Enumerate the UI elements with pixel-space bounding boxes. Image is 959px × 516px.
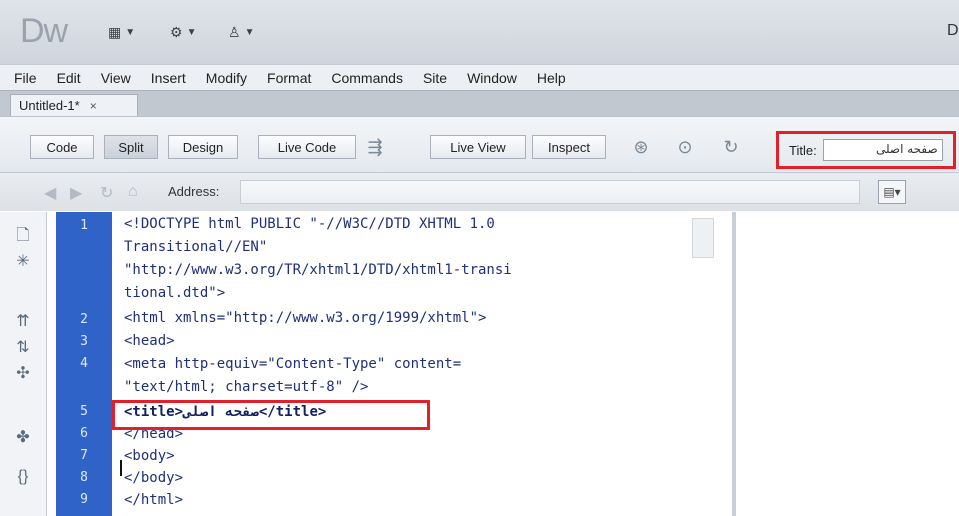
- code-scrollbar-thumb[interactable]: [692, 218, 714, 258]
- menu-site[interactable]: Site: [423, 70, 447, 86]
- code-line: <!DOCTYPE html PUBLIC "-//W3C//DTD XHTML…: [124, 216, 495, 232]
- line-number: 2: [80, 312, 88, 327]
- line-number-gutter: 1 2 3 4 5 6 7 8 9: [56, 212, 112, 516]
- title-tag-highlight: [112, 400, 430, 430]
- code-line: </html>: [124, 492, 184, 508]
- line-number: 1: [80, 218, 88, 233]
- document-toolbar: Code Split Design Live Code ⇶ Live View …: [0, 116, 959, 173]
- code-line: tional.dtd">: [124, 285, 226, 301]
- live-code-button[interactable]: Live Code: [258, 135, 356, 159]
- code-view-button[interactable]: Code: [30, 135, 94, 159]
- design-view-button[interactable]: Design: [168, 135, 238, 159]
- close-icon[interactable]: ×: [90, 99, 97, 113]
- line-number: 5: [80, 404, 88, 419]
- site-dropdown-button[interactable]: ♙ ▼: [228, 20, 254, 44]
- user-icon: ♙: [228, 23, 241, 40]
- title-label: Title:: [789, 142, 817, 158]
- title-input[interactable]: صفحه اصلی: [822, 139, 943, 161]
- live-view-button[interactable]: Live View: [430, 135, 526, 159]
- dreamweaver-logo: Dw: [20, 12, 68, 50]
- file-compatibility-icon[interactable]: ⇶: [362, 135, 388, 159]
- back-arrow-icon[interactable]: ◀: [44, 183, 56, 203]
- code-line: "http://www.w3.org/TR/xhtml1/DTD/xhtml1-…: [124, 262, 512, 278]
- line-number: 7: [80, 448, 88, 463]
- select-parent-tag-icon[interactable]: ✤: [12, 426, 34, 448]
- document-tab-strip: Untitled-1* ×: [0, 90, 959, 117]
- collapse-full-tag-icon[interactable]: ⇈: [12, 310, 34, 332]
- layout-dropdown-button[interactable]: ▦ ▼: [108, 20, 135, 44]
- address-label: Address:: [168, 184, 220, 199]
- address-bar: ◀ ▶ ↻ ⌂ Address: ▤▾: [0, 172, 959, 211]
- menu-window[interactable]: Window: [467, 70, 517, 86]
- coding-toolbar: 🗋 ✳ ⇈ ⇅ ✣ ✤ {}: [0, 212, 47, 516]
- show-code-navigator-icon[interactable]: ✳: [12, 250, 34, 272]
- menu-edit[interactable]: Edit: [57, 70, 81, 86]
- menu-file[interactable]: File: [14, 70, 37, 86]
- home-icon[interactable]: ⌂: [128, 183, 138, 201]
- menu-insert[interactable]: Insert: [151, 70, 186, 86]
- document-tab-label: Untitled-1*: [19, 98, 80, 113]
- workspace-switcher-edge[interactable]: D: [947, 22, 959, 40]
- title-field-highlight: Title: صفحه اصلی: [776, 131, 956, 169]
- extend-dropdown-button[interactable]: ⚙ ▼: [170, 20, 196, 44]
- split-view-button[interactable]: Split: [104, 135, 158, 159]
- line-number: 9: [80, 492, 88, 507]
- menu-help[interactable]: Help: [537, 70, 566, 86]
- expand-all-icon[interactable]: ✣: [12, 362, 34, 384]
- code-line: <body>: [124, 448, 175, 464]
- collapse-selection-icon[interactable]: ⇅: [12, 336, 34, 358]
- refresh-icon[interactable]: ↻: [718, 135, 744, 159]
- menu-view[interactable]: View: [101, 70, 131, 86]
- browser-preview-icon[interactable]: ⊛: [628, 135, 654, 159]
- text-cursor: [120, 460, 122, 476]
- refresh-icon[interactable]: ↻: [100, 183, 113, 203]
- address-input[interactable]: [240, 180, 860, 204]
- line-number: 8: [80, 470, 88, 485]
- code-editor[interactable]: <!DOCTYPE html PUBLIC "-//W3C//DTD XHTML…: [112, 212, 732, 516]
- menu-bar: File Edit View Insert Modify Format Comm…: [0, 64, 959, 91]
- code-line: <meta http-equiv="Content-Type" content=: [124, 356, 462, 372]
- visual-aids-icon[interactable]: ⊙: [672, 135, 698, 159]
- chevron-down-icon: ▼: [125, 26, 136, 38]
- menu-format[interactable]: Format: [267, 70, 311, 86]
- inspect-button[interactable]: Inspect: [532, 135, 606, 159]
- gear-icon: ⚙: [170, 23, 183, 40]
- forward-arrow-icon[interactable]: ▶: [70, 183, 82, 203]
- code-line: <html xmlns="http://www.w3.org/1999/xhtm…: [124, 310, 487, 326]
- line-number: 4: [80, 356, 88, 371]
- line-number: 6: [80, 426, 88, 441]
- menu-commands[interactable]: Commands: [331, 70, 403, 86]
- code-line: "text/html; charset=utf-8" />: [124, 379, 369, 395]
- chevron-down-icon: ▼: [244, 26, 255, 38]
- chevron-down-icon: ▼: [186, 26, 197, 38]
- design-view-pane[interactable]: [736, 212, 959, 516]
- code-line: Transitional//EN": [124, 239, 268, 255]
- app-title-bar: Dw ▦ ▼ ⚙ ▼ ♙ ▼ D: [0, 0, 959, 64]
- balance-braces-icon[interactable]: {}: [12, 466, 34, 488]
- document-tab[interactable]: Untitled-1* ×: [10, 94, 138, 116]
- layout-icon: ▦: [108, 23, 122, 40]
- line-number: 3: [80, 334, 88, 349]
- dreamweaver-window: Dw ▦ ▼ ⚙ ▼ ♙ ▼ D File Edit View Insert M…: [0, 0, 959, 516]
- code-line: </body>: [124, 470, 184, 486]
- code-line: <head>: [124, 333, 175, 349]
- address-options-button[interactable]: ▤▾: [878, 180, 906, 204]
- open-documents-icon[interactable]: 🗋: [12, 226, 34, 248]
- menu-modify[interactable]: Modify: [206, 70, 247, 86]
